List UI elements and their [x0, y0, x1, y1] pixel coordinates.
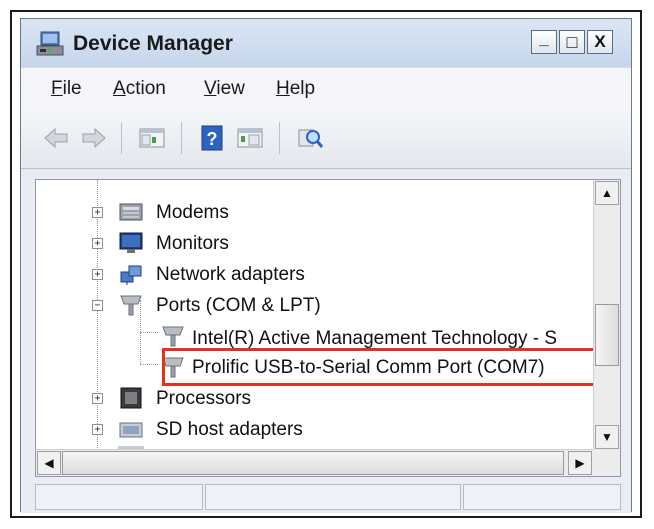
tree-item-processors[interactable]: + Processors	[36, 384, 596, 414]
vertical-scroll-thumb[interactable]	[595, 304, 619, 366]
toolbar-separator	[181, 122, 182, 154]
toolbar-separator	[279, 122, 280, 154]
monitor-icon	[119, 232, 143, 253]
status-bar	[21, 481, 631, 513]
up-arrow-icon: ▲	[601, 186, 613, 200]
expand-icon[interactable]: +	[92, 424, 103, 435]
toolbar-separator	[121, 122, 122, 154]
sd-host-icon	[119, 422, 143, 438]
menu-file-rest: ile	[62, 78, 82, 99]
scroll-right-button[interactable]: ▶	[568, 451, 592, 475]
menu-view-rest: iew	[216, 78, 245, 99]
tree-item-label: Network adapters	[156, 264, 305, 285]
down-arrow-icon: ▼	[601, 430, 613, 444]
status-panel-1	[35, 484, 203, 510]
title-bar[interactable]: Device Manager _ □ X	[21, 19, 631, 67]
help-glyph: ?	[207, 129, 218, 149]
menu-help-accel: H	[276, 78, 290, 99]
menu-help-rest: elp	[289, 78, 316, 99]
menu-file[interactable]: File	[51, 78, 82, 100]
tree-item-label: Processors	[156, 388, 252, 409]
status-panel-3	[463, 484, 621, 510]
menu-help[interactable]: Help	[276, 78, 315, 100]
tree-item-label: SD host adapters	[156, 419, 303, 440]
menu-action-rest: ction	[125, 78, 166, 99]
modem-icon	[119, 203, 143, 221]
tree-item-label: Intel(R) Active Management Technology - …	[192, 328, 558, 349]
port-icon	[120, 295, 142, 316]
network-adapter-icon	[120, 265, 142, 285]
horizontal-scrollbar[interactable]: ◀ ▶	[36, 449, 594, 476]
window-title: Device Manager	[73, 32, 233, 55]
device-manager-icon	[36, 31, 64, 56]
tree-item-label: Modems	[156, 202, 229, 223]
console-tree-icon[interactable]	[137, 124, 167, 152]
tree-item-sd-host-adapters[interactable]: + SD host adapters	[36, 415, 596, 445]
left-arrow-icon: ◀	[44, 456, 54, 470]
port-connector-icon	[162, 326, 184, 347]
expand-icon[interactable]: +	[92, 238, 103, 249]
expand-icon[interactable]: +	[92, 269, 103, 280]
menu-action-accel: A	[113, 78, 126, 99]
minimize-icon: _	[539, 29, 549, 48]
menu-bar: File Action View Help	[21, 67, 631, 110]
status-panel-2	[205, 484, 461, 510]
expand-icon[interactable]: +	[92, 393, 103, 404]
toolbar: ?	[21, 110, 631, 169]
scan-hardware-icon[interactable]	[295, 124, 325, 152]
right-arrow-icon: ▶	[575, 456, 585, 470]
forward-arrow-icon[interactable]	[79, 124, 109, 152]
processor-icon	[120, 387, 142, 409]
maximize-icon: □	[566, 31, 578, 52]
tree-item-monitors[interactable]: + Monitors	[36, 229, 596, 259]
scroll-up-button[interactable]: ▲	[595, 181, 619, 205]
minimize-button[interactable]: _	[531, 29, 557, 54]
menu-action[interactable]: Action	[113, 78, 166, 100]
expand-icon[interactable]: +	[92, 207, 103, 218]
back-arrow-icon[interactable]	[41, 124, 71, 152]
menu-view[interactable]: View	[204, 78, 245, 100]
vertical-scrollbar[interactable]: ▲ ▼	[593, 180, 620, 450]
scrollbar-corner	[594, 450, 620, 476]
scroll-left-button[interactable]: ◀	[37, 451, 61, 475]
close-button[interactable]: X	[587, 30, 613, 54]
properties-pane-icon[interactable]	[235, 124, 265, 152]
collapse-icon[interactable]: −	[92, 300, 103, 311]
scroll-down-button[interactable]: ▼	[595, 425, 619, 449]
device-manager-window: Device Manager _ □ X File Action View He…	[20, 18, 632, 513]
menu-file-accel: F	[51, 78, 63, 99]
device-tree-panel[interactable]: + Modems + Monitors + Network adapters −…	[35, 179, 621, 477]
menu-view-accel: V	[204, 78, 217, 99]
highlight-box	[162, 348, 606, 386]
tree-item-modems[interactable]: + Modems	[36, 198, 596, 228]
tree-item-label: Monitors	[156, 233, 229, 254]
tree-item-ports[interactable]: − Ports (COM & LPT)	[36, 291, 596, 321]
tree-item-network-adapters[interactable]: + Network adapters	[36, 260, 596, 290]
tree-item-label: Ports (COM & LPT)	[156, 295, 321, 316]
help-icon[interactable]: ?	[197, 124, 227, 152]
maximize-button[interactable]: □	[559, 30, 585, 54]
close-icon: X	[594, 32, 606, 51]
horizontal-scroll-thumb[interactable]	[62, 451, 564, 475]
